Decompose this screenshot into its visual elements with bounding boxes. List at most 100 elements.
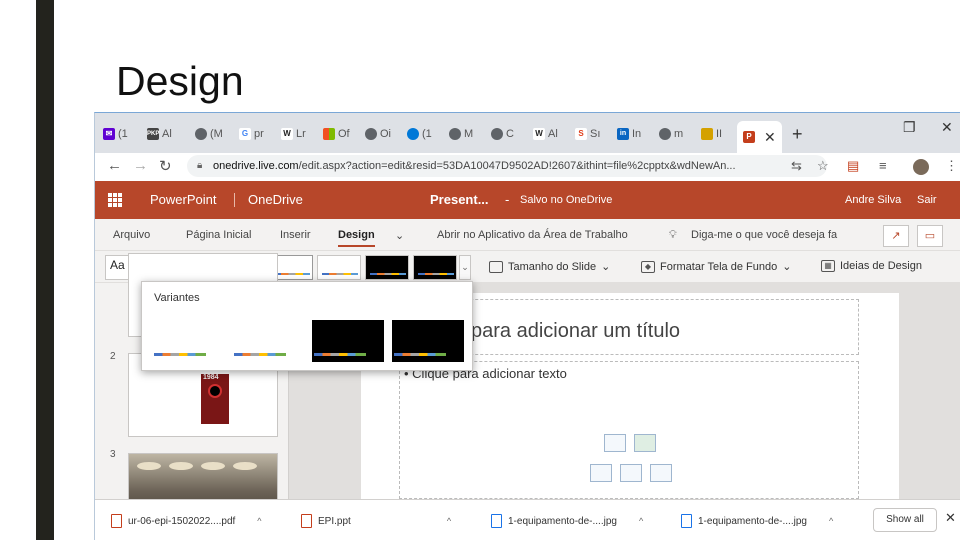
tab-file[interactable]: Arquivo [113, 229, 150, 241]
browser-tab[interactable]: G pr [239, 123, 264, 145]
browser-tab[interactable]: II [701, 123, 722, 145]
tell-me-input[interactable]: Diga-me o que você deseja fa [691, 229, 837, 241]
paint-bucket-icon: ◆ [641, 260, 655, 273]
insert-picture-icon[interactable] [590, 464, 612, 482]
variant-black[interactable] [365, 255, 409, 280]
browser-tab[interactable]: PKP Al [147, 123, 172, 145]
share-icon[interactable]: ↗ [883, 225, 909, 247]
avatar[interactable] [913, 159, 929, 175]
google-icon: G [239, 128, 251, 140]
browser-tab[interactable]: Of [323, 123, 350, 145]
design-ideas-button[interactable]: ▦ Ideias de Design [821, 260, 922, 272]
tab-home[interactable]: Página Inicial [186, 229, 251, 241]
tab-insert[interactable]: Inserir [280, 229, 311, 241]
variants-more-dropdown[interactable]: ⌄ [459, 255, 471, 280]
variants-flyout: Variantes [141, 281, 473, 371]
chevron-down-icon: ⌄ [601, 261, 611, 273]
chevron-down-icon[interactable]: ⌄ [395, 229, 404, 242]
browser-tab[interactable]: S Sı [575, 123, 600, 145]
forward-arrow-icon[interactable]: → [133, 157, 148, 174]
format-background-button[interactable]: ◆ Formatar Tela de Fundo ⌄ [641, 260, 791, 273]
globe-icon [491, 128, 503, 140]
app-header: PowerPoint OneDrive Present... - Salvo n… [95, 181, 960, 219]
chevron-up-icon[interactable]: ^ [639, 516, 643, 526]
hat-graphic [201, 462, 225, 470]
app-name[interactable]: PowerPoint [150, 192, 216, 207]
globe-icon [659, 128, 671, 140]
document-name[interactable]: Present... [430, 192, 489, 207]
browser-tab[interactable]: in In [617, 123, 641, 145]
browser-tab[interactable]: (1 [407, 123, 432, 145]
insert-chart-icon[interactable] [634, 434, 656, 452]
tab-design[interactable]: Design [338, 229, 375, 247]
restore-window-icon[interactable]: ❐ [903, 119, 916, 136]
hat-graphic [169, 462, 193, 470]
bookmark-star-icon[interactable]: ☆ [817, 158, 829, 174]
url-path: /edit.aspx?action=edit&resid=53DA10047D9… [298, 160, 736, 172]
variant-option-black-alt[interactable] [392, 320, 464, 362]
image-file-icon [491, 514, 502, 528]
open-desktop-app-link[interactable]: Abrir no Aplicativo da Área de Trabalho [437, 229, 628, 241]
browser-tab[interactable]: M [449, 123, 473, 145]
browser-tab[interactable]: W Lr [281, 123, 306, 145]
close-window-icon[interactable]: ✕ [941, 119, 953, 136]
book-cover-image: 1984 [201, 374, 229, 424]
body-placeholder[interactable]: • Clique para adicionar texto [399, 361, 859, 499]
bird-icon [701, 128, 713, 140]
chevron-up-icon[interactable]: ^ [829, 516, 833, 526]
show-all-button[interactable]: Show all [873, 508, 937, 532]
browser-tab[interactable]: m [659, 123, 683, 145]
presentation-slide: Design ✉ (1 PKP Al (M G pr W Lr Of Oi (1… [0, 0, 960, 540]
browser-tab-active[interactable]: P ✕ [737, 121, 782, 153]
browser-tab[interactable]: Oi [365, 123, 391, 145]
chevron-up-icon[interactable]: ^ [447, 516, 451, 526]
hat-graphic [233, 462, 257, 470]
variant-black-alt[interactable] [413, 255, 457, 280]
wikipedia-icon: W [281, 128, 293, 140]
browser-tab[interactable]: ✉ (1 [103, 123, 128, 145]
variant-option-black[interactable] [312, 320, 384, 362]
save-status: Salvo no OneDrive [520, 194, 613, 206]
chevron-up-icon[interactable]: ^ [257, 516, 261, 526]
close-tab-icon[interactable]: ✕ [764, 129, 776, 146]
browser-tab[interactable]: (M [195, 123, 223, 145]
back-arrow-icon[interactable]: ← [107, 157, 122, 174]
address-bar-row: ← → ↻ 🔒︎ onedrive.live.com/edit.aspx?act… [95, 153, 960, 181]
download-item[interactable]: 1-equipamento-de-....jpg ^ [681, 510, 833, 532]
browser-menu-icon[interactable]: ⋮ [945, 158, 958, 174]
download-item[interactable]: EPI.ppt ^ [301, 510, 451, 532]
pdf-extension-icon[interactable]: ▤ [847, 158, 859, 174]
user-name[interactable]: Andre Silva [845, 194, 901, 206]
insert-video-icon[interactable] [650, 464, 672, 482]
reload-icon[interactable]: ↻ [159, 157, 172, 175]
signout-link[interactable]: Sair [917, 194, 937, 206]
edge-icon [407, 128, 419, 140]
translate-icon[interactable]: ⇆ [791, 158, 802, 174]
slide-number: 3 [110, 449, 116, 460]
slide-size-button[interactable]: Tamanho do Slide ⌄ [489, 260, 610, 273]
linkedin-icon: in [617, 128, 629, 140]
globe-icon [195, 128, 207, 140]
yahoo-mail-icon: ✉ [103, 128, 115, 140]
insert-table-icon[interactable] [604, 434, 626, 452]
lightbulb-icon: 💡︎ [669, 229, 677, 241]
variant-option-white-alt[interactable] [232, 320, 304, 362]
new-tab-button[interactable]: + [792, 124, 803, 145]
app-launcher-icon[interactable] [108, 193, 122, 207]
download-item[interactable]: 1-equipamento-de-....jpg ^ [491, 510, 643, 532]
variant-option-white[interactable] [152, 320, 224, 362]
close-shelf-icon[interactable]: ✕ [945, 510, 956, 526]
service-link[interactable]: OneDrive [248, 192, 303, 207]
ribbon-tabs: Arquivo Página Inicial Inserir Design ⌄ … [95, 219, 960, 251]
url-input[interactable]: 🔒︎ onedrive.live.com/edit.aspx?action=ed… [187, 155, 827, 177]
variant-white[interactable] [317, 255, 361, 280]
browser-tab[interactable]: W Al [533, 123, 558, 145]
pkp-icon: PKP [147, 128, 159, 140]
browser-tab[interactable]: C [491, 123, 514, 145]
media-control-icon[interactable]: ≡ [879, 158, 887, 173]
comments-icon[interactable]: ▭ [917, 225, 943, 247]
download-item[interactable]: ur-06-epi-1502022....pdf ^ [111, 510, 262, 532]
slide-accent-bar [36, 0, 54, 540]
pdf-file-icon [111, 514, 122, 528]
insert-online-picture-icon[interactable] [620, 464, 642, 482]
